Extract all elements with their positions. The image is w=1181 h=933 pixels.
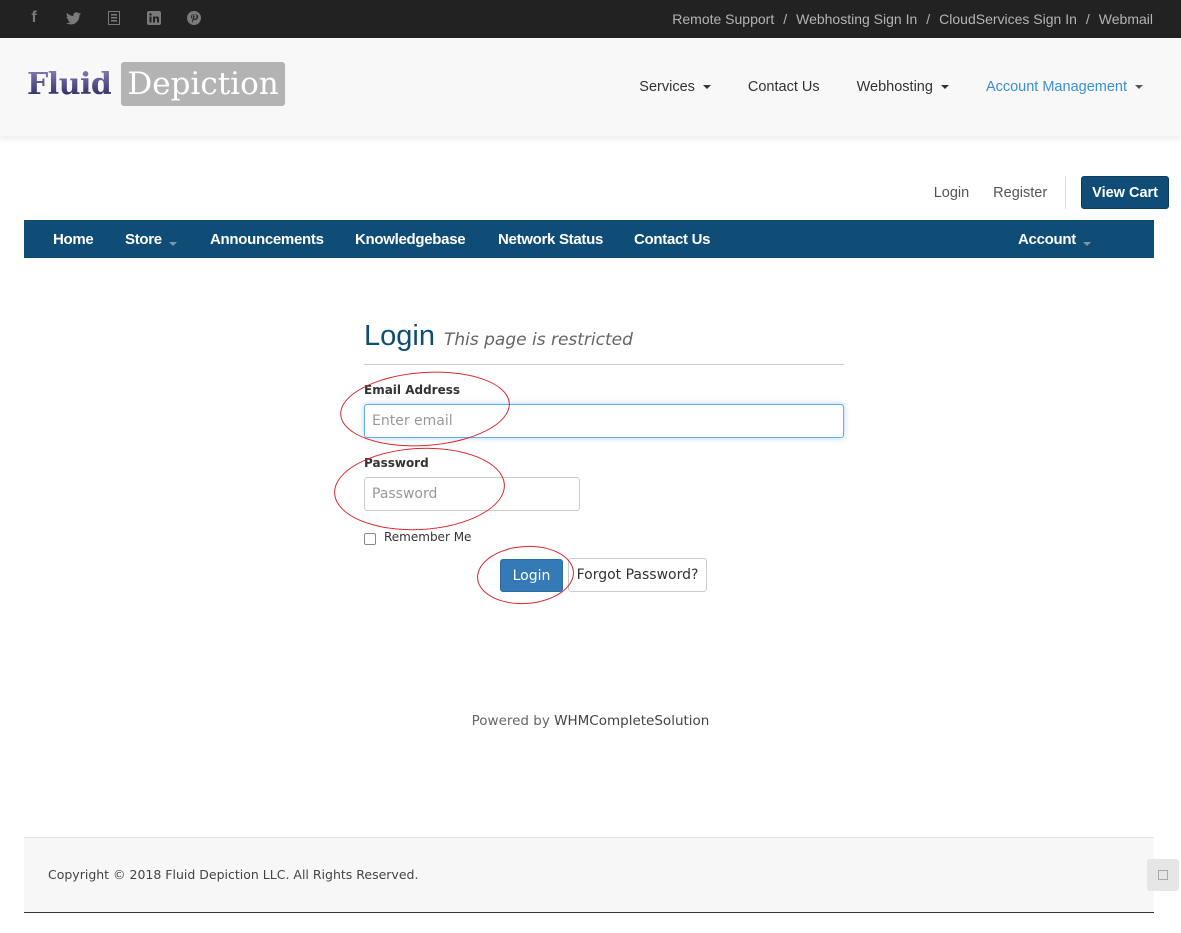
- site-logo[interactable]: Fluid Depiction: [27, 62, 285, 106]
- chevron-down-icon: [168, 241, 177, 246]
- register-link[interactable]: Register: [993, 185, 1047, 201]
- logo-text-fluid: Fluid: [27, 66, 112, 102]
- nav-knowledgebase-label: Knowledgebase: [355, 230, 466, 248]
- chevron-down-icon: [940, 85, 949, 89]
- nav-account-management[interactable]: Account Management: [986, 79, 1143, 95]
- back-to-top-button[interactable]: [1147, 859, 1179, 891]
- whmcs-link[interactable]: WHMCompleteSolution: [554, 713, 709, 729]
- nav-knowledgebase[interactable]: Knowledgebase: [355, 220, 466, 258]
- nav-webhosting[interactable]: Webhosting: [857, 79, 949, 95]
- copyright-text: Copyright © 2018 Fluid Depiction LLC. Al…: [48, 867, 419, 882]
- nav-services-label: Services: [639, 79, 695, 95]
- nav-contact-us-client[interactable]: Contact Us: [634, 220, 710, 258]
- pinterest-icon[interactable]: [186, 10, 202, 26]
- login-button[interactable]: Login: [500, 559, 563, 592]
- chevron-down-icon: [1082, 241, 1091, 246]
- login-form: Login This page is restricted Email Addr…: [364, 320, 844, 592]
- nav-store-label: Store: [125, 230, 162, 248]
- client-area-nav: Home Store Announcements Knowledgebase N…: [24, 220, 1154, 258]
- separator: /: [783, 11, 788, 27]
- nav-account[interactable]: Account: [1018, 220, 1091, 258]
- chevron-down-icon: [1135, 85, 1143, 89]
- nav-announcements-label: Announcements: [210, 230, 324, 248]
- nav-home-label: Home: [53, 230, 94, 248]
- linkedin-icon[interactable]: [146, 10, 162, 26]
- nav-home[interactable]: Home: [53, 220, 94, 258]
- webhosting-sign-in-link[interactable]: Webhosting Sign In: [796, 11, 917, 27]
- nav-contact-us-label: Contact Us: [747, 79, 820, 95]
- nav-account-label: Account: [1018, 230, 1076, 248]
- webmail-link[interactable]: Webmail: [1099, 11, 1153, 27]
- separator: /: [926, 11, 931, 27]
- nav-network-status-label: Network Status: [498, 230, 603, 248]
- email-field[interactable]: [364, 404, 844, 438]
- logo-text-depiction: Depiction: [121, 62, 285, 106]
- password-field[interactable]: [364, 477, 580, 511]
- remember-me-label: Remember Me: [384, 530, 472, 544]
- separator: /: [1085, 11, 1090, 27]
- powered-by: Powered by WHMCompleteSolution: [0, 713, 1181, 729]
- square-icon: [1158, 870, 1168, 880]
- remember-me-checkbox[interactable]: [364, 533, 376, 545]
- top-bar: f Remote Support / Webhosting Sign In / …: [0, 0, 1181, 38]
- nav-contact-us-client-label: Contact Us: [634, 230, 711, 248]
- facebook-icon[interactable]: f: [26, 9, 42, 26]
- google-plus-icon[interactable]: [106, 10, 122, 26]
- main-nav: Services Contact Us Webhosting Account M…: [602, 38, 1143, 136]
- remember-me[interactable]: Remember Me: [364, 529, 471, 545]
- nav-contact-us[interactable]: Contact Us: [748, 79, 820, 95]
- page-subtitle: This page is restricted: [443, 330, 633, 350]
- nav-network-status[interactable]: Network Status: [498, 220, 603, 258]
- nav-store[interactable]: Store: [125, 220, 177, 258]
- password-label: Password: [364, 456, 429, 470]
- site-footer: Copyright © 2018 Fluid Depiction LLC. Al…: [24, 837, 1154, 913]
- nav-announcements[interactable]: Announcements: [210, 220, 324, 258]
- site-header: Fluid Depiction Services Contact Us Webh…: [0, 38, 1181, 136]
- powered-by-prefix: Powered by: [471, 713, 555, 729]
- nav-account-management-label: Account Management: [985, 79, 1127, 95]
- twitter-icon[interactable]: [65, 10, 81, 26]
- top-links: Remote Support / Webhosting Sign In / Cl…: [672, 0, 1153, 38]
- nav-services[interactable]: Services: [639, 79, 711, 95]
- nav-webhosting-label: Webhosting: [856, 79, 933, 95]
- user-bar: Login Register View Cart: [910, 176, 1169, 209]
- cloudservices-sign-in-link[interactable]: CloudServices Sign In: [939, 11, 1077, 27]
- chevron-down-icon: [702, 85, 711, 89]
- page-title: Login: [364, 320, 435, 352]
- view-cart-button[interactable]: View Cart: [1081, 176, 1169, 209]
- login-heading: Login This page is restricted: [364, 320, 844, 365]
- forgot-password-button[interactable]: Forgot Password?: [568, 558, 707, 592]
- login-link[interactable]: Login: [934, 185, 969, 201]
- email-label: Email Address: [364, 383, 461, 397]
- divider: [1065, 176, 1067, 209]
- remote-support-link[interactable]: Remote Support: [672, 11, 774, 27]
